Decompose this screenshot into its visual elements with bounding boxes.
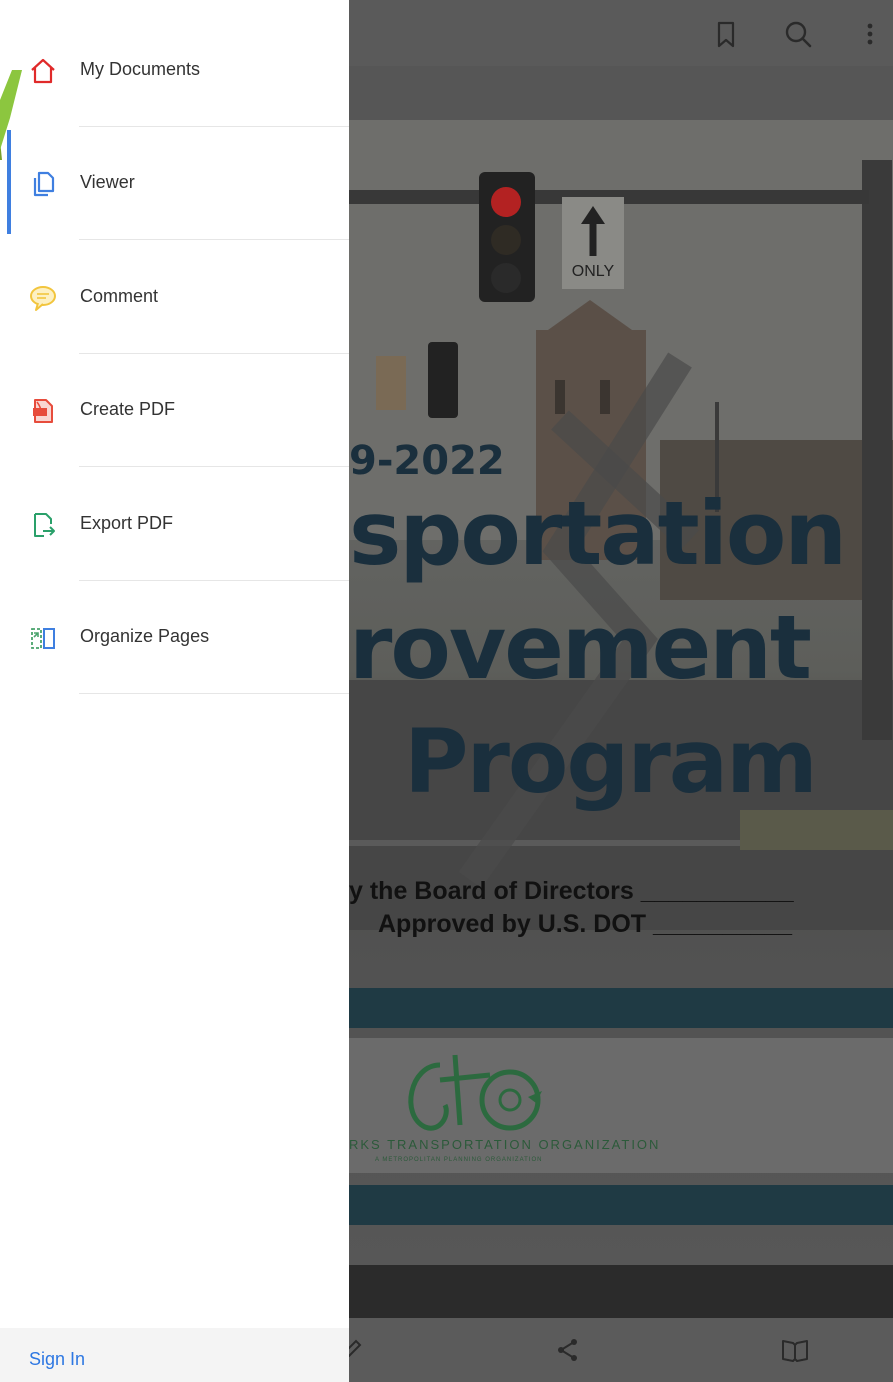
drawer-item-create-pdf[interactable]: Create PDF (0, 354, 349, 467)
approved-dot-text: Approved by U.S. DOT __________ (378, 910, 793, 938)
sign-in-link[interactable]: Sign In (29, 1349, 85, 1370)
drawer-item-label: Viewer (80, 172, 135, 192)
organization-name: RKS TRANSPORTATION ORGANIZATION (349, 1137, 661, 1152)
more-icon[interactable] (853, 17, 887, 51)
create-pdf-icon (33, 399, 53, 423)
drawer-item-organize-pages[interactable]: Organize Pages (0, 581, 349, 694)
organization-logo (408, 1054, 542, 1131)
drawer-item-comment[interactable]: Comment (0, 241, 349, 354)
export-pdf-icon (34, 513, 55, 537)
only-sign-text: ONLY (572, 263, 615, 280)
viewer-icon (33, 171, 55, 197)
comment-icon (30, 286, 56, 311)
share-icon[interactable] (553, 1335, 583, 1365)
reading-mode-icon[interactable] (780, 1335, 810, 1365)
divider (79, 466, 349, 467)
drawer-item-label: My Documents (80, 59, 201, 79)
drawer-item-label: Create PDF (80, 399, 176, 419)
approved-board-text: y the Board of Directors ___________ (349, 877, 794, 905)
organization-subtitle: A METROPOLITAN PLANNING ORGANIZATION (375, 1157, 543, 1163)
drawer-item-label: Organize Pages (80, 626, 210, 646)
organize-pages-icon (31, 628, 55, 649)
drawer-item-label: Export PDF (80, 513, 174, 533)
document-title-line-2: rovement (349, 596, 812, 699)
search-icon[interactable] (781, 17, 815, 51)
divider (79, 693, 349, 694)
document-title-line-3: Program (404, 710, 818, 813)
document-title-line-1: sportation (349, 482, 847, 585)
bookmark-icon[interactable] (709, 17, 743, 51)
document-year: 9-2022 (349, 438, 505, 484)
drawer-item-label: Comment (80, 286, 159, 306)
divider (79, 239, 349, 240)
drawer-item-export-pdf[interactable]: Export PDF (0, 468, 349, 581)
accent-pointer (0, 70, 22, 160)
navigation-drawer: My Documents Viewer Comment Create PDF E… (0, 0, 349, 1382)
